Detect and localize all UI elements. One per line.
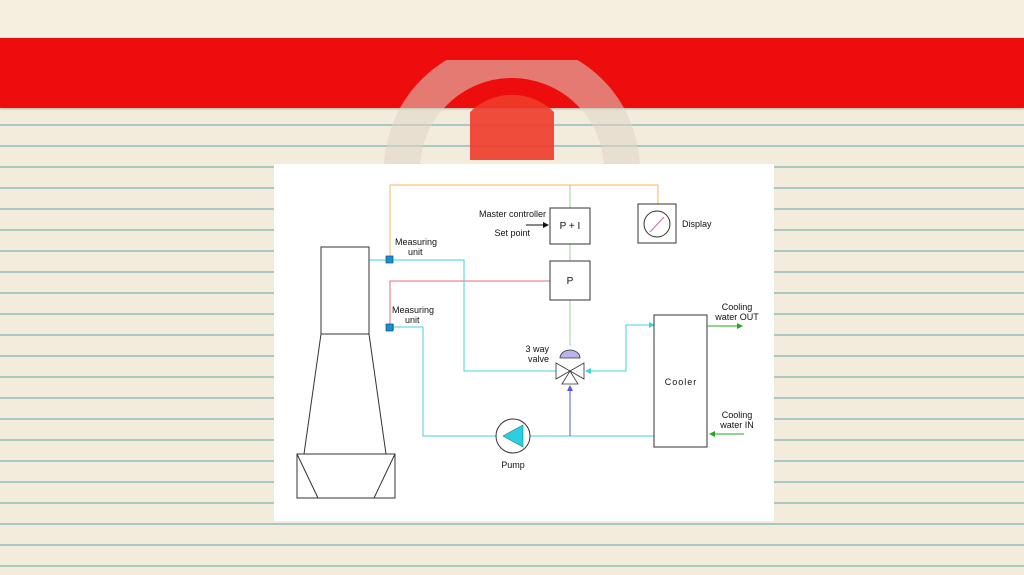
cooler-label: Cooler: [665, 377, 698, 387]
pi-controller-label: P + I: [560, 221, 581, 232]
cooling-water-in-label-1: Cooling: [722, 410, 753, 420]
engine-body: [303, 333, 387, 455]
water-line-cooler-to-valve: [585, 324, 654, 374]
cooling-system-diagram: Measuring unit Measuring unit Master con…: [274, 164, 774, 521]
cooling-water-out-label-1: Cooling: [722, 302, 753, 312]
measuring-unit-top-label-2: unit: [408, 247, 423, 257]
top-paper-band: [0, 0, 1024, 40]
valve-body-icon: [555, 362, 585, 385]
display-label: Display: [682, 219, 712, 229]
valve-actuator-icon: [559, 349, 581, 359]
lifebuoy-red-segment: [470, 94, 554, 160]
engine-upper: [320, 246, 370, 335]
pump-label: Pump: [501, 460, 525, 470]
signal-line-orange: [389, 184, 659, 260]
cooling-water-out-label-2: water OUT: [714, 312, 759, 322]
master-controller-label: Master controller: [479, 209, 546, 219]
cooling-water-in-label-2: water IN: [719, 420, 754, 430]
water-line-return: [389, 327, 654, 437]
measuring-unit-bottom-label-1: Measuring: [392, 305, 434, 315]
measuring-unit-bottom-label-2: unit: [405, 315, 420, 325]
set-point-label: Set point: [494, 228, 530, 238]
valve-label-2: valve: [528, 354, 549, 364]
measuring-unit-top-sensor: [385, 255, 394, 264]
valve-label-1: 3 way: [525, 344, 549, 354]
diagram-svg: Measuring unit Measuring unit Master con…: [296, 184, 759, 499]
p-controller-label: P: [567, 276, 574, 287]
measuring-unit-bottom-sensor: [385, 323, 394, 332]
measuring-unit-top-label-1: Measuring: [395, 237, 437, 247]
water-line-outlet: [354, 259, 556, 372]
engine-base: [296, 453, 396, 499]
